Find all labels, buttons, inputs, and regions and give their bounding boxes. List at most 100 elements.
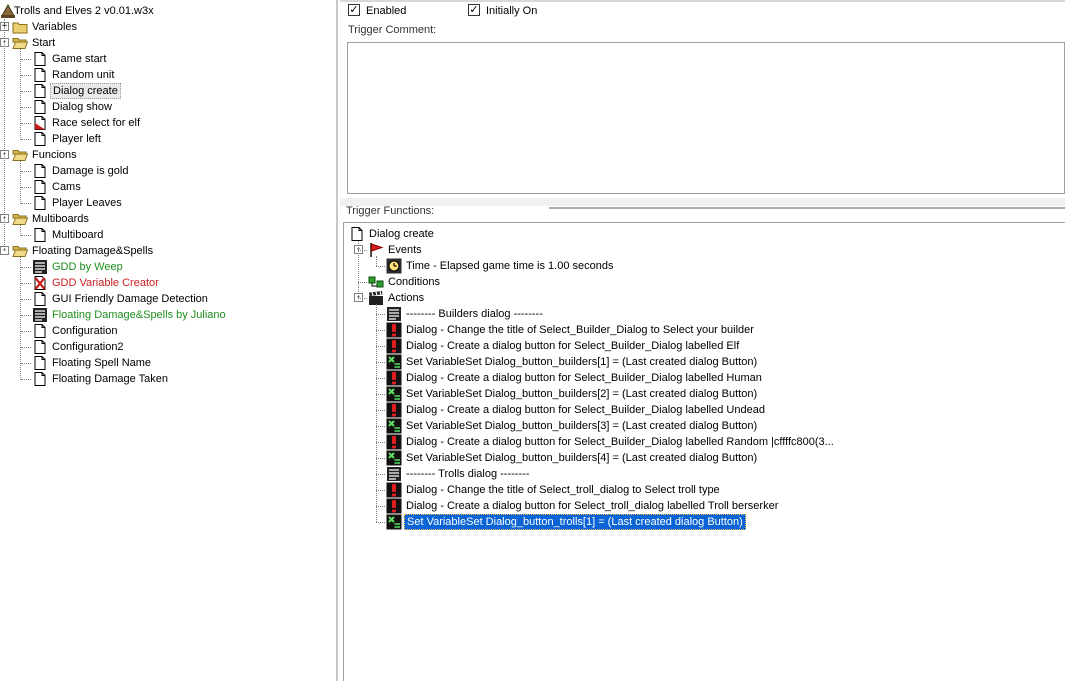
exclamation-icon [386, 322, 402, 338]
trigger-tree-panel[interactable]: Trolls and Elves 2 v0.01.w3x + Variables - S… [0, 0, 338, 681]
tree-folder-floating-damage-spells[interactable]: - Floating Damage&Spells [0, 243, 336, 259]
tree-item-floating-damage-taken[interactable]: Floating Damage Taken [0, 371, 336, 387]
tree-item-label: Dialog show [52, 101, 112, 113]
tree-connector [376, 394, 385, 395]
disabled-trigger-icon [32, 275, 48, 291]
tree-item-random-unit[interactable]: Random unit [0, 67, 336, 83]
trigger-tree[interactable]: Trolls and Elves 2 v0.01.w3x + Variables - S… [0, 0, 336, 681]
function-row-set-variableset-dialog-button-builders-4[interactable]: Set VariableSet Dialog_button_builders[4… [344, 450, 1064, 466]
function-row-time-elapsed-game-time-is-1-00-seconds[interactable]: Time - Elapsed game time is 1.00 seconds [344, 258, 1064, 274]
document-icon [32, 227, 48, 243]
comment-lines-icon [32, 307, 48, 323]
function-row-builders-dialog[interactable]: -------- Builders dialog -------- [344, 306, 1064, 322]
set-variable-icon [386, 514, 402, 530]
tree-item-player-leaves[interactable]: Player Leaves [0, 195, 336, 211]
tree-connector [376, 378, 385, 379]
tree-connector [376, 266, 385, 267]
function-row-events[interactable]: - Events [344, 242, 1064, 258]
tree-connector [21, 203, 31, 204]
tree-item-game-start[interactable]: Game start [0, 51, 336, 67]
tree-item-cams[interactable]: Cams [0, 179, 336, 195]
tree-connector [21, 171, 31, 172]
tree-item-label: Player left [52, 133, 101, 145]
tree-item-label: Funcions [32, 149, 77, 161]
tree-item-dialog-show[interactable]: Dialog show [0, 99, 336, 115]
tree-connector [21, 59, 31, 60]
document-icon [32, 163, 48, 179]
tree-item-gdd-by-weep[interactable]: GDD by Weep [0, 259, 336, 275]
exclamation-icon [386, 338, 402, 354]
tree-connector [21, 235, 31, 236]
document-icon [32, 323, 48, 339]
tree-folder-funcions[interactable]: - Funcions [0, 147, 336, 163]
tree-item-gui-friendly-damage-detection[interactable]: GUI Friendly Damage Detection [0, 291, 336, 307]
enabled-checkbox[interactable]: ✓ [348, 4, 360, 16]
document-icon [32, 131, 48, 147]
function-row-dialog-create-a-dialog-button-for-select[interactable]: Dialog - Create a dialog button for Sele… [344, 498, 1064, 514]
function-row-set-variableset-dialog-button-trolls-1-l[interactable]: Set VariableSet Dialog_button_trolls[1] … [344, 514, 1064, 530]
function-row-set-variableset-dialog-button-builders-1[interactable]: Set VariableSet Dialog_button_builders[1… [344, 354, 1064, 370]
enabled-option[interactable]: ✓ Enabled [348, 4, 468, 18]
document-icon [32, 355, 48, 371]
document-icon [32, 195, 48, 211]
tree-item-player-left[interactable]: Player left [0, 131, 336, 147]
document-icon [32, 83, 48, 99]
tree-item-multiboard[interactable]: Multiboard [0, 227, 336, 243]
tree-item-label: GDD Variable Creator [52, 277, 159, 289]
tree-connector [376, 330, 385, 331]
tree-connector [376, 522, 385, 523]
function-label: -------- Trolls dialog -------- [406, 468, 530, 480]
function-row-dialog-create-a-dialog-button-for-select[interactable]: Dialog - Create a dialog button for Sele… [344, 434, 1064, 450]
function-row-trolls-dialog[interactable]: -------- Trolls dialog -------- [344, 466, 1064, 482]
tree-item-label: Floating Spell Name [52, 357, 152, 369]
tree-item-configuration[interactable]: Configuration [0, 323, 336, 339]
document-disabled-icon [32, 115, 48, 131]
tree-connector [376, 362, 385, 363]
function-row-dialog-create[interactable]: Dialog create [344, 226, 1064, 242]
function-row-dialog-create-a-dialog-button-for-select[interactable]: Dialog - Create a dialog button for Sele… [344, 402, 1064, 418]
function-row-dialog-change-the-title-of-select-builde[interactable]: Dialog - Change the title of Select_Buil… [344, 322, 1064, 338]
function-row-set-variableset-dialog-button-builders-3[interactable]: Set VariableSet Dialog_button_builders[3… [344, 418, 1064, 434]
function-row-conditions[interactable]: Conditions [344, 274, 1064, 290]
tree-item-damage-is-gold[interactable]: Damage is gold [0, 163, 336, 179]
tree-guide-line [376, 256, 377, 266]
trigger-comment-textarea[interactable] [347, 42, 1065, 194]
tree-folder-multiboards[interactable]: - Multiboards [0, 211, 336, 227]
function-row-dialog-create-a-dialog-button-for-select[interactable]: Dialog - Create a dialog button for Sele… [344, 338, 1064, 354]
tree-folder-variables[interactable]: + Variables [0, 19, 336, 35]
set-variable-icon [386, 450, 402, 466]
exclamation-icon [386, 498, 402, 514]
tree-connector [21, 75, 31, 76]
tree-item-gdd-variable-creator[interactable]: GDD Variable Creator [0, 275, 336, 291]
tree-item-label: Multiboard [52, 229, 104, 241]
tree-item-race-select-for-elf[interactable]: Race select for elf [0, 115, 336, 131]
clock-icon [386, 258, 402, 274]
trigger-functions-tree[interactable]: Dialog create - Events Time - Elapsed game … [343, 222, 1065, 681]
tree-connector [21, 107, 31, 108]
tree-item-configuration2[interactable]: Configuration2 [0, 339, 336, 355]
tree-item-dialog-create[interactable]: Dialog create [0, 83, 336, 99]
tree-item-label: Floating Damage Taken [52, 373, 168, 385]
tree-folder-start[interactable]: - Start [0, 35, 336, 51]
initially-on-checkbox[interactable]: ✓ [468, 4, 480, 16]
tree-item-label: Damage is gold [52, 165, 129, 177]
initially-on-option[interactable]: ✓ Initially On [468, 4, 608, 18]
function-row-dialog-create-a-dialog-button-for-select[interactable]: Dialog - Create a dialog button for Sele… [344, 370, 1064, 386]
tree-item-label: Player Leaves [52, 197, 122, 209]
tree-item-floating-spell-name[interactable]: Floating Spell Name [0, 355, 336, 371]
tree-item-floating-damage-spells-by-juliano[interactable]: Floating Damage&Spells by Juliano [0, 307, 336, 323]
tree-connector [376, 346, 385, 347]
function-label: Set VariableSet Dialog_button_builders[4… [406, 452, 758, 464]
function-row-actions[interactable]: - Actions [344, 290, 1064, 306]
tree-item-label: Cams [52, 181, 81, 193]
function-label: Events [388, 244, 422, 256]
tree-item-label: Configuration2 [52, 341, 124, 353]
tree-root[interactable]: Trolls and Elves 2 v0.01.w3x [0, 3, 336, 19]
function-label: Actions [388, 292, 425, 304]
function-row-dialog-change-the-title-of-select-troll-[interactable]: Dialog - Change the title of Select_trol… [344, 482, 1064, 498]
comment-lines-icon [386, 306, 402, 322]
panel-splitter[interactable] [340, 198, 1065, 206]
function-label: Set VariableSet Dialog_button_builders[1… [406, 356, 758, 368]
function-row-set-variableset-dialog-button-builders-2[interactable]: Set VariableSet Dialog_button_builders[2… [344, 386, 1064, 402]
function-label: Time - Elapsed game time is 1.00 seconds [406, 260, 614, 272]
